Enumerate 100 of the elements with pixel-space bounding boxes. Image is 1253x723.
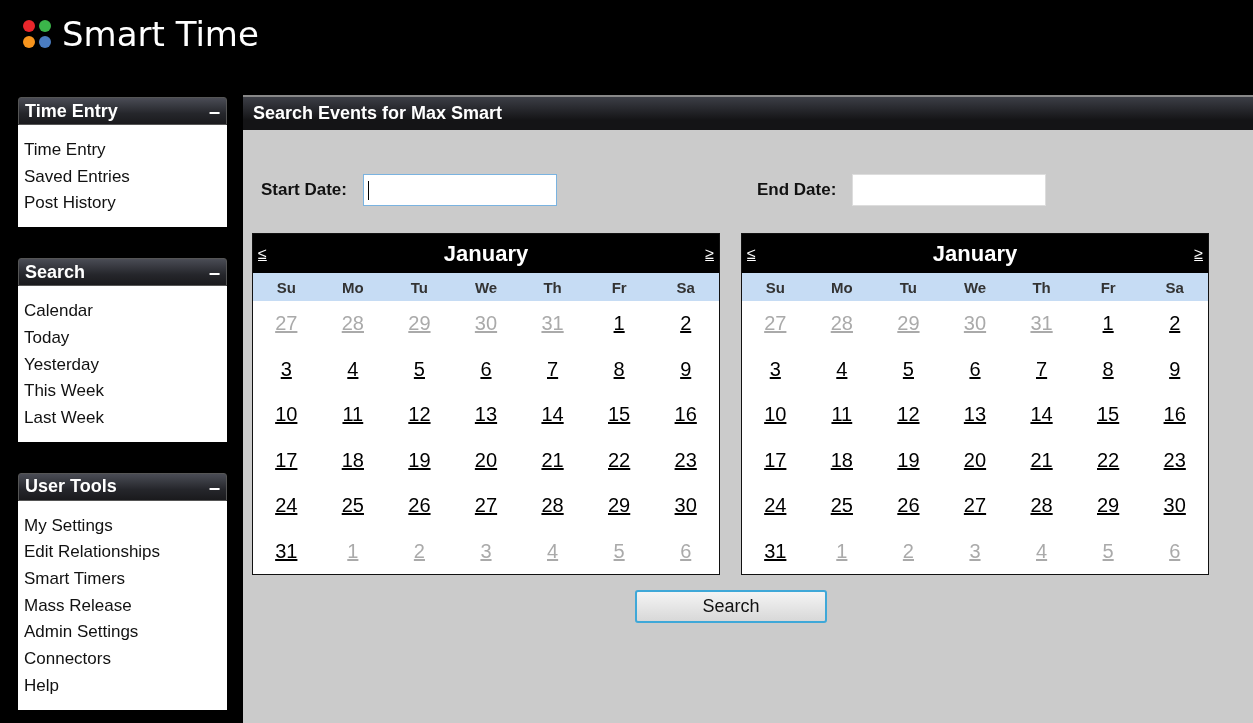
logo-icon (22, 19, 52, 49)
day-link[interactable]: 11 (342, 403, 364, 427)
day-link[interactable]: 18 (830, 448, 853, 472)
day-link[interactable]: 18 (341, 448, 364, 472)
weekday-label: Th (1032, 278, 1051, 296)
sidebar-link[interactable]: Post History (24, 190, 221, 218)
day-link[interactable]: 21 (541, 448, 564, 472)
day-link[interactable]: 26 (408, 494, 431, 518)
day-link[interactable]: 24 (764, 494, 787, 518)
sidebar-link[interactable]: Saved Entries (24, 163, 221, 191)
day-link[interactable]: 25 (341, 494, 364, 518)
collapse-button[interactable]: – (208, 476, 220, 497)
day-link[interactable]: 15 (608, 403, 631, 427)
day-link[interactable]: 6 (969, 357, 981, 381)
day-link[interactable]: 30 (674, 494, 697, 518)
end-date-field[interactable] (852, 174, 1047, 206)
day-link[interactable]: 10 (764, 403, 787, 427)
day-link[interactable]: 19 (897, 448, 920, 472)
weekday-label: Tu (899, 278, 918, 296)
day-link[interactable]: 8 (1102, 357, 1114, 381)
start-date-field[interactable] (362, 174, 557, 206)
weekday-label: We (474, 278, 498, 296)
day-link[interactable]: 9 (1169, 357, 1181, 381)
next-month-link[interactable]: ≥ (1194, 244, 1203, 263)
sidebar-link[interactable]: Admin Settings (24, 619, 221, 647)
day-link[interactable]: 3 (769, 357, 781, 381)
day-link[interactable]: 1 (1102, 312, 1114, 336)
day-link[interactable]: 23 (674, 448, 697, 472)
month-title: January (932, 240, 1018, 267)
day-link[interactable]: 28 (541, 494, 564, 518)
day-link[interactable]: 31 (764, 539, 787, 563)
day-link[interactable]: 17 (275, 448, 298, 472)
day-link[interactable]: 27 (474, 494, 498, 518)
sidebar-link[interactable]: Yesterday (24, 351, 221, 379)
day-link[interactable]: 31 (275, 539, 298, 563)
weekday-label: Fr (611, 278, 627, 296)
app-title: Smart Time (62, 14, 259, 54)
panel-title: Time Entry (25, 100, 118, 122)
day-link[interactable]: 1 (613, 312, 625, 336)
day-link[interactable]: 13 (963, 403, 987, 427)
day-link[interactable]: 13 (474, 403, 498, 427)
collapse-button[interactable]: – (208, 101, 220, 121)
sidebar-link[interactable]: Last Week (24, 404, 221, 432)
day-link[interactable]: 15 (1097, 403, 1120, 427)
day-link[interactable]: 27 (963, 494, 987, 518)
sidebar-link[interactable]: Smart Timers (24, 566, 221, 593)
day-link[interactable]: 16 (674, 403, 697, 427)
day-link[interactable]: 22 (608, 448, 631, 472)
weekday-label: Mo (831, 278, 853, 296)
day-link[interactable]: 5 (413, 357, 425, 381)
day-link[interactable]: 24 (275, 494, 298, 518)
day-link[interactable]: 11 (831, 403, 853, 427)
day-link[interactable]: 12 (897, 403, 920, 427)
sidebar-link[interactable]: Connectors (24, 646, 221, 673)
day-link[interactable]: 2 (1169, 312, 1181, 336)
day-link[interactable]: 25 (830, 494, 853, 518)
day-link[interactable]: 20 (474, 448, 498, 472)
day-link[interactable]: 3 (280, 357, 292, 381)
panel-title: Search Events for Max Smart (243, 97, 1253, 130)
day-link[interactable]: 30 (1163, 494, 1186, 518)
day-link[interactable]: 10 (275, 403, 298, 427)
day-link[interactable]: 29 (1097, 494, 1120, 518)
day-link[interactable]: 22 (1097, 448, 1120, 472)
day-link[interactable]: 5 (902, 357, 914, 381)
end-date-label: End Date: (757, 180, 837, 200)
sidebar-link[interactable]: Help (24, 672, 221, 700)
sidebar-link[interactable]: Mass Release (24, 592, 221, 620)
previous-month-link[interactable]: ≤ (747, 244, 756, 263)
collapse-button[interactable]: – (208, 262, 220, 283)
day-link[interactable]: 28 (1030, 494, 1053, 518)
next-month-link[interactable]: ≥ (705, 244, 714, 263)
sidebar-link[interactable]: Time Entry (24, 137, 221, 164)
day-link[interactable]: 17 (764, 448, 787, 472)
day-link[interactable]: 7 (547, 357, 559, 381)
day-link[interactable]: 19 (408, 448, 431, 472)
search-button[interactable]: Search (635, 590, 827, 623)
previous-month-link[interactable]: ≤ (258, 244, 267, 263)
day-link[interactable]: 14 (541, 403, 564, 427)
day-link[interactable]: 21 (1030, 448, 1053, 472)
day-link[interactable]: 4 (836, 357, 848, 381)
day-link[interactable]: 14 (1030, 403, 1053, 427)
day-link[interactable]: 12 (408, 403, 431, 427)
day-link[interactable]: 29 (608, 494, 631, 518)
sidebar-link[interactable]: Today (24, 324, 221, 352)
sidebar-link[interactable]: Edit Relationships (24, 539, 221, 567)
sidebar-link[interactable]: This Week (24, 378, 221, 405)
day-link[interactable]: 2 (680, 312, 692, 336)
day-link[interactable]: 26 (897, 494, 920, 518)
sidebar-link[interactable]: My Settings (24, 512, 221, 540)
sidebar-link[interactable]: Calendar (24, 298, 221, 325)
weekday-label: We (963, 278, 987, 296)
day-link[interactable]: 9 (680, 357, 692, 381)
weekday-label: Sa (676, 278, 695, 296)
day-link[interactable]: 6 (480, 357, 492, 381)
day-link[interactable]: 20 (963, 448, 987, 472)
day-link[interactable]: 7 (1036, 357, 1048, 381)
day-link[interactable]: 16 (1163, 403, 1186, 427)
day-link[interactable]: 8 (613, 357, 625, 381)
day-link[interactable]: 23 (1163, 448, 1186, 472)
day-link[interactable]: 4 (347, 357, 359, 381)
